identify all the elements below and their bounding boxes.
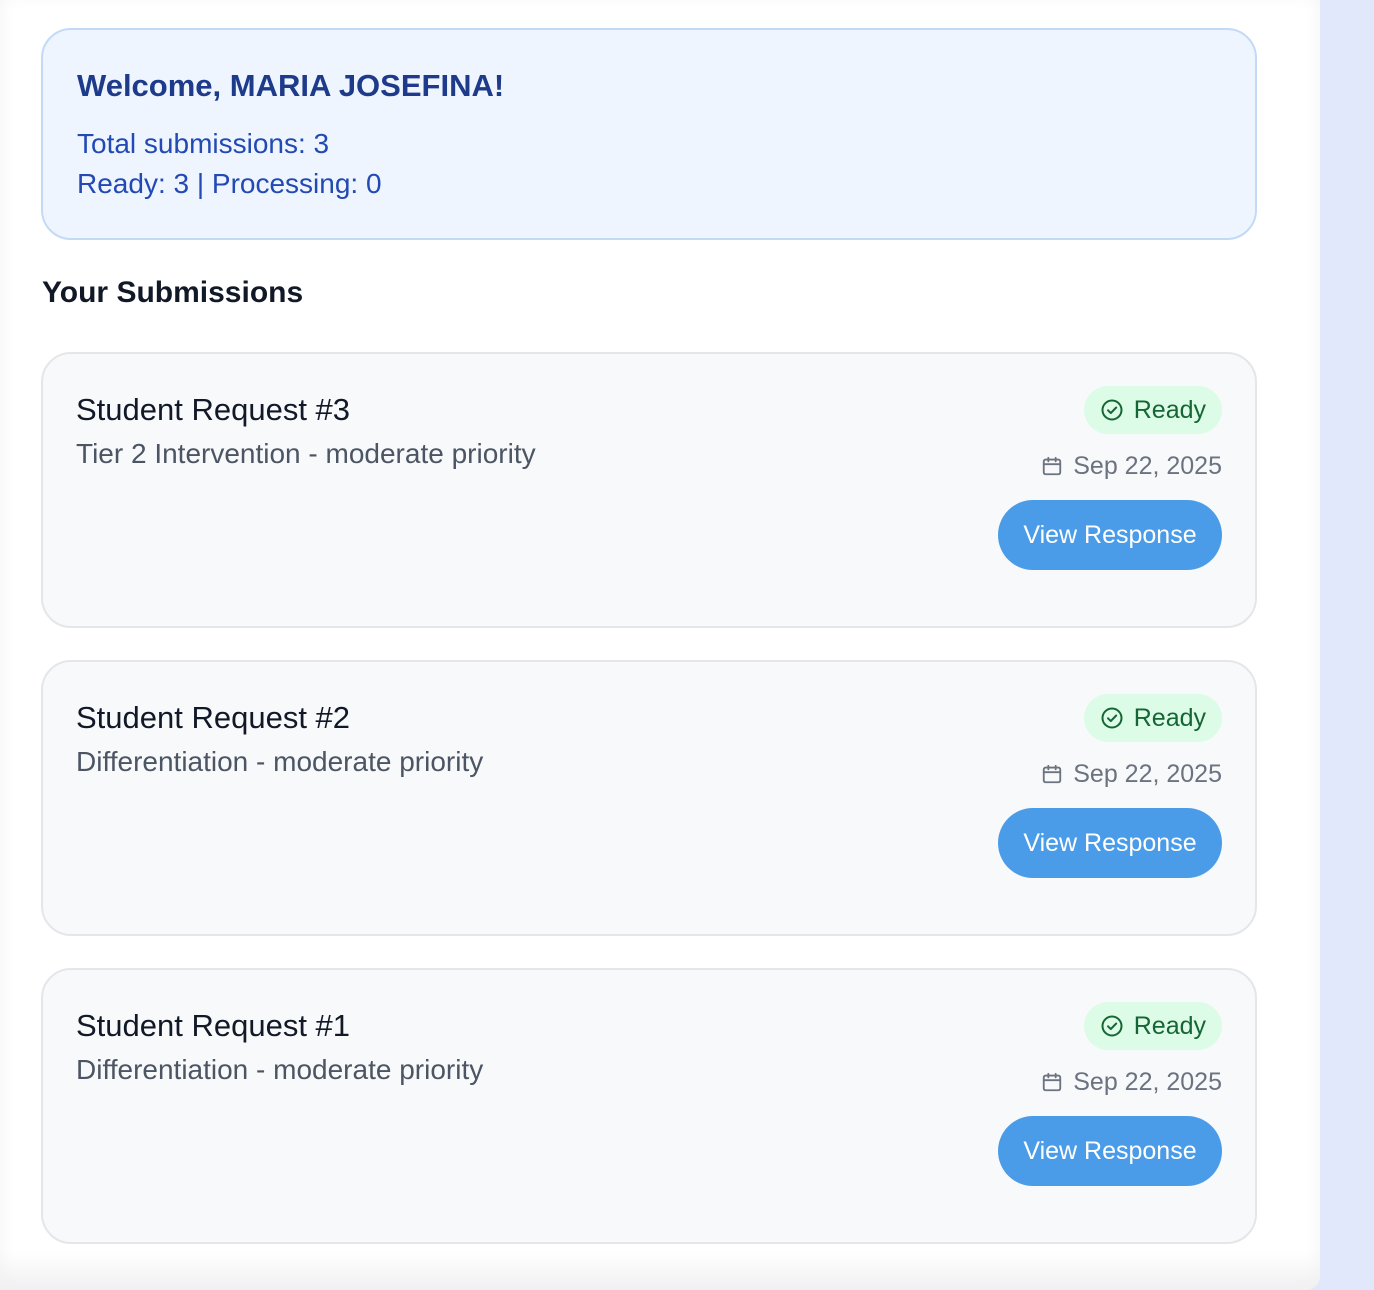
date-label: Sep 22, 2025 xyxy=(1073,760,1222,788)
view-response-button[interactable]: View Response xyxy=(998,500,1222,570)
date-label: Sep 22, 2025 xyxy=(1073,452,1222,480)
welcome-banner: Welcome, MARIA JOSEFINA! Total submissio… xyxy=(41,28,1257,240)
status-label: Ready xyxy=(1133,395,1206,424)
status-badge: Ready xyxy=(1083,386,1222,434)
section-title: Your Submissions xyxy=(42,276,304,309)
submission-title: Student Request #1 xyxy=(76,1008,351,1043)
view-response-button[interactable]: View Response xyxy=(998,1116,1222,1186)
status-badge: Ready xyxy=(1083,694,1222,742)
calendar-icon xyxy=(1043,456,1062,476)
date-label: Sep 22, 2025 xyxy=(1073,1068,1222,1096)
view-response-button[interactable]: View Response xyxy=(998,808,1222,878)
calendar-icon xyxy=(1043,1072,1062,1092)
submission-card: Student Request #2 Differentiation - mod… xyxy=(41,660,1257,936)
status-label: Ready xyxy=(1133,1011,1206,1040)
submission-title: Student Request #3 xyxy=(76,392,351,427)
submission-date: Sep 22, 2025 xyxy=(1041,1062,1222,1102)
status-summary-text: Ready: 3 | Processing: 0 xyxy=(77,168,382,199)
submission-subtitle: Differentiation - moderate priority xyxy=(76,1054,484,1085)
submission-title: Student Request #2 xyxy=(76,700,351,735)
check-circle-icon xyxy=(1101,399,1123,421)
status-badge: Ready xyxy=(1083,1002,1222,1050)
submission-date: Sep 22, 2025 xyxy=(1041,754,1222,794)
total-submissions-text: Total submissions: 3 xyxy=(77,128,330,159)
check-circle-icon xyxy=(1101,1015,1123,1037)
main-panel: Welcome, MARIA JOSEFINA! Total submissio… xyxy=(0,0,1320,1290)
submission-subtitle: Differentiation - moderate priority xyxy=(76,746,484,777)
check-circle-icon xyxy=(1101,707,1123,729)
calendar-icon xyxy=(1043,764,1062,784)
welcome-heading: Welcome, MARIA JOSEFINA! xyxy=(77,68,505,103)
submission-card: Student Request #1 Differentiation - mod… xyxy=(41,968,1257,1244)
submission-subtitle: Tier 2 Intervention - moderate priority xyxy=(76,438,536,469)
submission-date: Sep 22, 2025 xyxy=(1041,446,1222,486)
submission-card: Student Request #3 Tier 2 Intervention -… xyxy=(41,352,1257,628)
status-label: Ready xyxy=(1133,703,1206,732)
